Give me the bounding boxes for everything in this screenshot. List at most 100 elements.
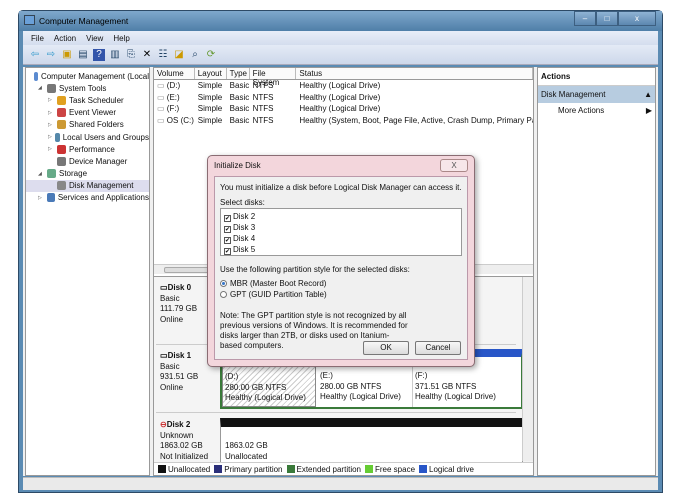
dialog-close-button[interactable]: X xyxy=(440,159,468,172)
partition-status: Healthy (Logical Drive) xyxy=(415,392,496,401)
app-icon xyxy=(24,15,35,25)
title-bar: Computer Management – □ x xyxy=(19,11,662,31)
disk-state: Not Initialized xyxy=(160,451,209,461)
tree-item[interactable]: ▷ Local Users and Groups xyxy=(26,131,149,143)
checkbox-checked[interactable]: ✔ xyxy=(224,248,231,255)
expand-icon[interactable]: ▷ xyxy=(48,122,54,128)
expand-icon[interactable]: ▷ xyxy=(38,195,44,201)
disk-checkbox-item[interactable]: ✔ Disk 4 xyxy=(224,233,458,244)
volume-row[interactable]: ▭ OS (C:) Simple Basic NTFS Healthy (System,… xyxy=(154,115,533,127)
unallocated-space[interactable]: 1863.02 GB Unallocated xyxy=(220,418,523,468)
expand-icon[interactable]: ◢ xyxy=(38,85,44,91)
cell: Simple xyxy=(195,93,227,102)
cancel-button[interactable]: Cancel xyxy=(415,341,461,355)
checkbox-checked[interactable]: ✔ xyxy=(224,226,231,233)
tree-item-label: Performance xyxy=(69,144,115,154)
vertical-scrollbar[interactable] xyxy=(522,277,533,461)
legend-item: Primary partition xyxy=(214,464,283,474)
col-layout[interactable]: Layout xyxy=(195,68,227,79)
maximize-button[interactable]: □ xyxy=(596,11,618,26)
back-icon[interactable]: ⇦ xyxy=(29,49,41,61)
tree-item[interactable]: ▷ Services and Applications xyxy=(26,192,149,204)
up-folder-icon[interactable]: ▣ xyxy=(61,49,73,61)
cell: ▭ (F:) xyxy=(154,104,195,113)
menu-help[interactable]: Help xyxy=(113,34,129,43)
export-icon[interactable]: ⎘ xyxy=(125,49,137,61)
disk-checkbox-item[interactable]: ✔ Disk 3 xyxy=(224,222,458,233)
tree-item[interactable]: ◢ Storage xyxy=(26,168,149,180)
tree-item[interactable]: Device Manager xyxy=(26,155,149,167)
volume-cell: NTFS xyxy=(252,115,274,125)
disk-checklist: ✔ Disk 2 ✔ Disk 3 ✔ Disk 4 ✔ Disk 5 xyxy=(220,208,462,256)
delete-icon[interactable]: ✕ xyxy=(141,49,153,61)
tree-item[interactable]: ◢ System Tools xyxy=(26,82,149,94)
open-icon[interactable]: ◪ xyxy=(173,49,185,61)
volume-cell: Healthy (Logical Drive) xyxy=(299,104,381,114)
radio-selected[interactable] xyxy=(220,280,227,287)
disk-checkbox-item[interactable]: ✔ Disk 5 xyxy=(224,244,458,255)
menu-view[interactable]: View xyxy=(86,34,103,43)
show-hide-tree-icon[interactable]: ▤ xyxy=(77,49,89,61)
volume-row[interactable]: ▭ (D:) Simple Basic NTFS Healthy (Logical Dr… xyxy=(154,80,533,92)
radio-unselected[interactable] xyxy=(220,291,227,298)
menu-file[interactable]: File xyxy=(31,34,44,43)
tree-item-label: Shared Folders xyxy=(69,120,124,130)
rescan-icon[interactable]: ⟳ xyxy=(205,49,217,61)
legend-label: Extended partition xyxy=(296,464,362,474)
menu-action[interactable]: Action xyxy=(54,34,76,43)
tree-item[interactable]: Disk Management xyxy=(26,179,149,192)
cell: Basic xyxy=(227,116,250,125)
volume-cell: Simple xyxy=(197,115,223,125)
actions-section-disk-management[interactable]: Disk Management ▲ xyxy=(538,86,655,103)
tree-item[interactable]: ▷ Task Scheduler xyxy=(26,94,149,106)
more-actions[interactable]: More Actions ▶ xyxy=(538,103,655,118)
expand-icon[interactable]: ▷ xyxy=(48,97,54,103)
drive-icon: ▭ xyxy=(157,81,167,91)
tree-item[interactable]: ▷ Event Viewer xyxy=(26,107,149,119)
minimize-button[interactable]: – xyxy=(574,11,596,26)
col-file-system[interactable]: File System xyxy=(250,68,297,87)
collapse-icon[interactable]: ▲ xyxy=(644,90,652,99)
disk-row[interactable]: ⊖Disk 2 Unknown 1863.02 GB Not Initializ… xyxy=(156,416,523,468)
partition-status: Healthy (Logical Drive) xyxy=(225,393,306,402)
more-actions-label: More Actions xyxy=(558,106,605,115)
volume-cell: Healthy (Logical Drive) xyxy=(299,81,381,91)
checkbox-checked[interactable]: ✔ xyxy=(224,215,231,222)
tree-item[interactable]: ▷ Shared Folders xyxy=(26,119,149,131)
cell: NTFS xyxy=(250,93,297,102)
disk-checkbox-item[interactable]: ✔ Disk 2 xyxy=(224,211,458,222)
expand-icon[interactable]: ▷ xyxy=(48,146,54,152)
volume-cell: (E:) xyxy=(166,92,180,102)
search-icon[interactable]: ⌕ xyxy=(189,49,201,61)
expand-icon[interactable]: ▷ xyxy=(48,134,52,140)
col-volume[interactable]: Volume xyxy=(154,68,195,79)
close-button[interactable]: x xyxy=(618,11,656,26)
col-status[interactable]: Status xyxy=(296,68,533,79)
disk-name: Disk 0 xyxy=(167,283,192,292)
volume-row[interactable]: ▭ (F:) Simple Basic NTFS Healthy (Logical Dr… xyxy=(154,103,533,115)
legend-item: Extended partition xyxy=(286,464,362,474)
checkbox-checked[interactable]: ✔ xyxy=(224,237,231,244)
mbr-option[interactable]: MBR (Master Boot Record) xyxy=(220,279,326,288)
tree-item-label: System Tools xyxy=(59,83,107,93)
tree-item[interactable]: Computer Management (Local xyxy=(26,70,149,82)
disk-checkbox-label: Disk 4 xyxy=(233,234,256,243)
expand-icon[interactable]: ◢ xyxy=(38,171,44,177)
tree-node-icon xyxy=(57,95,66,105)
ok-button[interactable]: OK xyxy=(363,341,409,355)
volume-row[interactable]: ▭ (E:) Simple Basic NTFS Healthy (Logical Dr… xyxy=(154,92,533,104)
disk-checkbox-label: Disk 3 xyxy=(233,223,256,232)
disk-state: Online xyxy=(160,314,184,324)
legend-label: Primary partition xyxy=(224,464,283,474)
show-hide-action-icon[interactable]: ▥ xyxy=(109,49,121,61)
properties-icon[interactable]: ☷ xyxy=(157,49,169,61)
status-bar xyxy=(23,477,658,490)
col-type[interactable]: Type xyxy=(227,68,250,79)
tree-item[interactable]: ▷ Performance xyxy=(26,143,149,155)
gpt-option[interactable]: GPT (GUID Partition Table) xyxy=(220,290,327,299)
expand-icon[interactable]: ▷ xyxy=(48,110,54,116)
cell: Healthy (Logical Drive) xyxy=(296,104,533,113)
forward-icon[interactable]: ⇨ xyxy=(45,49,57,61)
help-icon[interactable]: ? xyxy=(93,48,105,61)
disk-checkbox-label: Disk 2 xyxy=(233,212,256,221)
